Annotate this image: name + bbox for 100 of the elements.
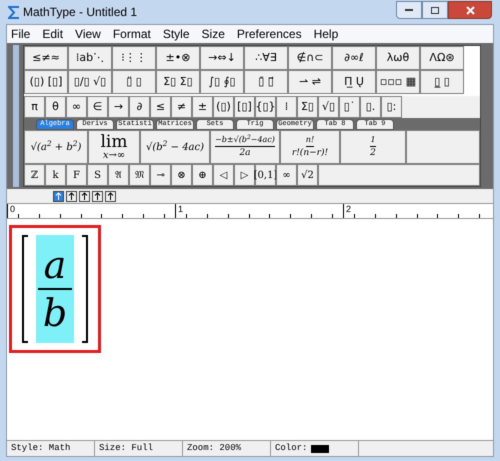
- ruler-label: 0: [10, 205, 16, 214]
- palette-button[interactable]: (▯) [▯]: [24, 70, 68, 94]
- symbol-button[interactable]: →: [108, 96, 129, 118]
- menu-item[interactable]: View: [75, 25, 101, 43]
- symbol-button[interactable]: π: [24, 96, 45, 118]
- symbol-button[interactable]: ℤ: [24, 164, 45, 186]
- arrow-up-icon: [81, 192, 88, 200]
- menu-item[interactable]: Format: [112, 25, 151, 43]
- alignment-button[interactable]: [79, 190, 90, 202]
- menu-item[interactable]: File: [11, 25, 30, 43]
- status-text: Color:: [275, 442, 308, 455]
- template-button[interactable]: n! r!(n−r)!: [280, 130, 340, 164]
- alignment-button[interactable]: [92, 190, 103, 202]
- status-text: Zoom: 200%: [187, 442, 242, 455]
- palette-button[interactable]: ▯/▯ √▯: [68, 70, 112, 94]
- template-button[interactable]: √(a$^{2}$ + b$^{2}$): [24, 130, 88, 164]
- fraction-denominator: r!(n−r)!: [292, 147, 328, 158]
- symbol-button[interactable]: ▯:: [381, 96, 402, 118]
- limit-subscript: x→∞: [102, 150, 126, 160]
- palette-button[interactable]: ±•⊗: [156, 46, 200, 70]
- symbol-button[interactable]: F: [66, 164, 87, 186]
- alignment-button[interactable]: [53, 190, 64, 202]
- symbol-button[interactable]: √▯: [318, 96, 339, 118]
- menu-item[interactable]: Edit: [42, 25, 64, 43]
- palette-button[interactable]: Σ▯ Σ▯: [156, 70, 200, 94]
- symbol-button[interactable]: ≠: [171, 96, 192, 118]
- close-button[interactable]: [448, 1, 492, 19]
- symbol-button[interactable]: ∞: [276, 164, 297, 186]
- symbol-button[interactable]: ±: [192, 96, 213, 118]
- palette-button[interactable]: ΛΩ⊛: [420, 46, 464, 70]
- palette-button[interactable]: ≤≠≈: [24, 46, 68, 70]
- symbol-button[interactable]: ⊗: [171, 164, 192, 186]
- denominator: b: [42, 290, 68, 336]
- template-button[interactable]: −b±√(b$^{2}$−4ac) 2a: [210, 130, 280, 164]
- symbol-button[interactable]: 𝔐: [129, 164, 150, 186]
- symbol-button[interactable]: 𝔄: [108, 164, 129, 186]
- palette-button[interactable]: Π̲ Ų: [332, 70, 376, 94]
- palette-button[interactable]: ⁞ab⋱: [68, 46, 112, 70]
- palette-button[interactable]: ⇀ ⇌: [288, 70, 332, 94]
- symbol-button[interactable]: ⊸: [150, 164, 171, 186]
- symbol-button[interactable]: ∈: [87, 96, 108, 118]
- palette-button[interactable]: λωθ: [376, 46, 420, 70]
- ruler-label: 2: [346, 205, 352, 214]
- palette-button[interactable]: ∴∀∃: [244, 46, 288, 70]
- maximize-button[interactable]: [422, 1, 448, 19]
- symbol-button[interactable]: ▯.: [360, 96, 381, 118]
- arrow-up-icon: [55, 192, 62, 200]
- minimize-button[interactable]: [396, 1, 422, 19]
- ruler-label: 1: [178, 205, 184, 214]
- symbol-button[interactable]: ∂: [129, 96, 150, 118]
- symbol-button[interactable]: ⊕: [192, 164, 213, 186]
- menu-item[interactable]: Style: [162, 25, 190, 43]
- palette-button[interactable]: ▯̈ ▯: [112, 70, 156, 94]
- template-button[interactable]: 1 2: [340, 130, 406, 164]
- symbol-button[interactable]: √2: [297, 164, 318, 186]
- symbol-button[interactable]: (▯): [213, 96, 234, 118]
- arrow-up-icon: [107, 192, 114, 200]
- numerator: a: [44, 242, 66, 288]
- fraction-denominator: 2: [370, 147, 376, 158]
- symbol-button[interactable]: ▷: [234, 164, 255, 186]
- palette-button[interactable]: ∫▯ ∮▯: [200, 70, 244, 94]
- palette-button[interactable]: ▯̄ ▯⃗: [244, 70, 288, 94]
- window-title: MathType - Untitled 1: [23, 4, 138, 21]
- palette-button[interactable]: ▯̲ ▯: [420, 70, 464, 94]
- limit-label: lim: [100, 134, 128, 150]
- template-button[interactable]: lim x→∞: [88, 130, 140, 164]
- palette-button[interactable]: ∂∞ℓ: [332, 46, 376, 70]
- status-text: Size: Full: [99, 442, 154, 455]
- alignment-button[interactable]: [105, 190, 116, 202]
- palette-button[interactable]: ▫▫▫ ▦: [376, 70, 420, 94]
- menu-item[interactable]: Size: [202, 25, 225, 43]
- template-label: √(a$^{2}$ + b$^{2}$): [30, 140, 82, 154]
- status-text: Style: Math: [11, 442, 70, 455]
- symbol-button[interactable]: ▯˙: [339, 96, 360, 118]
- color-swatch: [311, 444, 330, 452]
- symbol-button[interactable]: [▯]: [234, 96, 255, 118]
- fraction-numerator: n!: [306, 136, 314, 147]
- close-icon: [466, 6, 474, 14]
- symbol-button[interactable]: k: [45, 164, 66, 186]
- symbol-button[interactable]: ∞: [66, 96, 87, 118]
- symbol-button[interactable]: ≤: [150, 96, 171, 118]
- symbol-button[interactable]: ◁: [213, 164, 234, 186]
- palette-button[interactable]: ∉∩⊂: [288, 46, 332, 70]
- symbol-button[interactable]: θ: [45, 96, 66, 118]
- palette-button[interactable]: →⇔↓: [200, 46, 244, 70]
- fraction-numerator: −b±√(b$^{2}$−4ac): [215, 136, 275, 147]
- symbol-button[interactable]: Σ▯: [297, 96, 318, 118]
- palette-button[interactable]: ⁝⋮⋮: [112, 46, 156, 70]
- arrow-up-icon: [68, 192, 75, 200]
- menu-item[interactable]: Help: [314, 25, 338, 43]
- fraction-numerator: 1: [370, 136, 376, 147]
- menu-item[interactable]: Preferences: [236, 25, 302, 43]
- sigma-logo-icon: [8, 6, 19, 18]
- symbol-button[interactable]: S: [87, 164, 108, 186]
- alignment-button[interactable]: [66, 190, 77, 202]
- arrow-up-icon: [94, 192, 101, 200]
- template-label: √(b$^{2}$ − 4ac): [146, 140, 204, 154]
- symbol-button[interactable]: {▯}: [255, 96, 276, 118]
- template-button[interactable]: √(b$^{2}$ − 4ac): [140, 130, 210, 164]
- symbol-button[interactable]: ⁞: [276, 96, 297, 118]
